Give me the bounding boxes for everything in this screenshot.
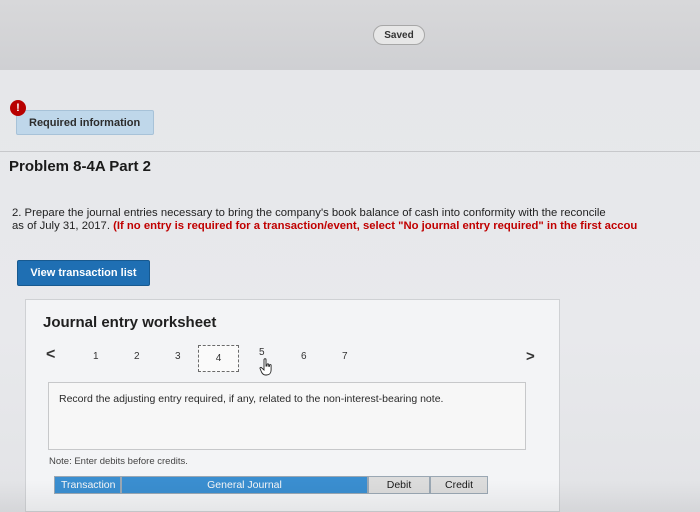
debits-before-credits-note: Note: Enter debits before credits. [49, 456, 188, 467]
page-tab-3[interactable]: 3 [175, 351, 181, 362]
column-header-general-journal: General Journal [121, 476, 368, 494]
section-divider [0, 151, 700, 152]
page-tab-7[interactable]: 7 [342, 351, 348, 362]
instruction-warning-text: (If no entry is required for a transacti… [113, 220, 638, 232]
page-tab-4-active[interactable]: 4 [198, 345, 239, 372]
page-tab-5[interactable]: 5 [259, 347, 265, 358]
top-header-bar: Saved [0, 0, 700, 71]
hand-pointer-icon [259, 358, 272, 376]
main-content: ! Required information Problem 8-4A Part… [0, 70, 700, 512]
problem-instructions: 2. Prepare the journal entries necessary… [12, 207, 700, 233]
entry-instruction-box: Record the adjusting entry required, if … [48, 382, 526, 450]
instruction-line-2: as of July 31, 2017. (If no entry is req… [12, 220, 700, 233]
page-tab-1[interactable]: 1 [93, 351, 99, 362]
required-information-tab[interactable]: Required information [16, 110, 154, 135]
page-tab-6[interactable]: 6 [301, 351, 307, 362]
page-tab-2[interactable]: 2 [134, 351, 140, 362]
column-header-credit: Credit [430, 476, 488, 494]
worksheet-title: Journal entry worksheet [43, 314, 217, 331]
saved-status-badge: Saved [373, 25, 425, 45]
page-title: Problem 8-4A Part 2 [9, 158, 151, 175]
previous-page-arrow-icon[interactable]: < [46, 346, 55, 364]
instruction-line-1: 2. Prepare the journal entries necessary… [12, 207, 606, 219]
column-header-debit: Debit [368, 476, 430, 494]
view-transaction-list-button[interactable]: View transaction list [17, 260, 150, 286]
column-header-transaction: Transaction [54, 476, 121, 494]
journal-table-header: Transaction General Journal Debit Credit [54, 476, 514, 494]
alert-icon: ! [10, 100, 26, 116]
instruction-date-text: as of July 31, 2017. [12, 220, 114, 232]
next-page-arrow-icon[interactable]: > [526, 348, 535, 365]
journal-entry-worksheet: Journal entry worksheet < 1 2 3 4 5 6 7 … [25, 299, 560, 512]
